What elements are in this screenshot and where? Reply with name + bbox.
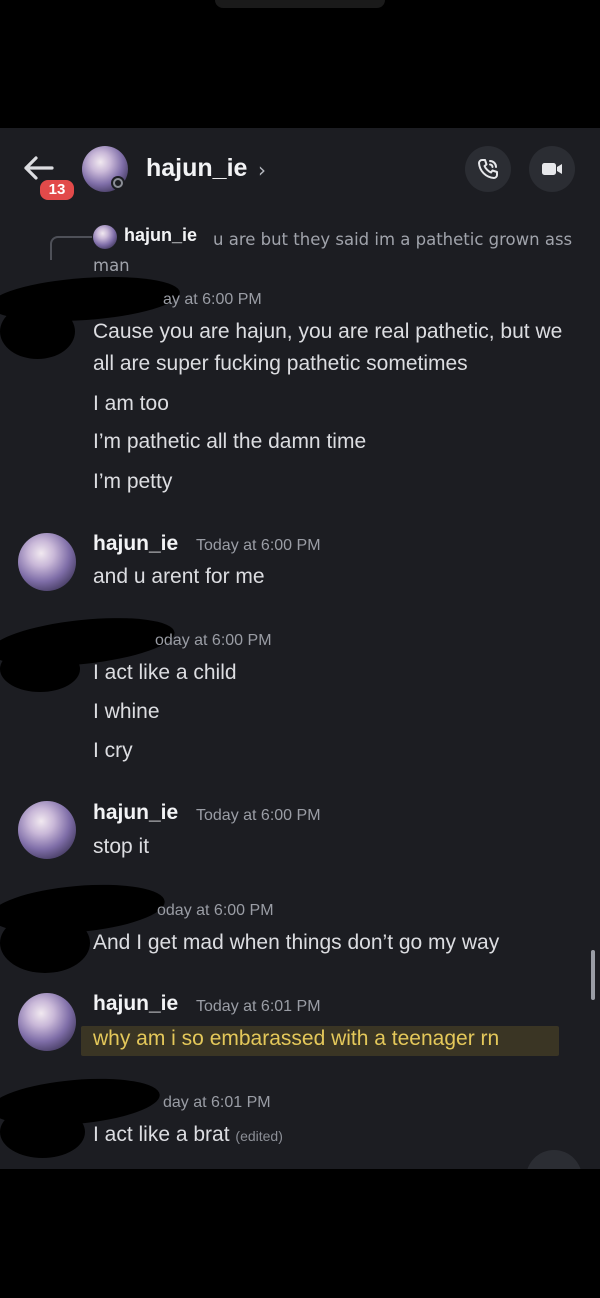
message-text: Cause you are hajun, you are real pathet… <box>93 320 563 375</box>
message-text: I am too <box>93 392 169 415</box>
message-timestamp: Today at 6:00 PM <box>196 537 321 554</box>
message-timestamp: day at 6:01 PM <box>163 1094 271 1111</box>
message-text: and u arent for me <box>93 565 265 588</box>
phone-call-icon <box>478 159 498 179</box>
edited-label: (edited) <box>235 1128 283 1144</box>
chevron-right-icon[interactable]: › <box>258 158 266 182</box>
message-text: I act like a child <box>93 661 237 684</box>
message-timestamp: oday at 6:00 PM <box>157 902 274 919</box>
message-text: stop it <box>93 835 150 858</box>
message-text: I cry <box>93 739 133 762</box>
message-author[interactable]: hajun_ie <box>93 532 178 556</box>
bottom-bezel <box>0 1169 600 1298</box>
message-text: And I get mad when things don’t go my wa… <box>93 931 500 954</box>
message-timestamp: oday at 6:00 PM <box>155 632 272 649</box>
voice-call-button[interactable] <box>465 146 511 192</box>
reply-author: hajun_ie <box>124 225 198 245</box>
camera-notch <box>215 0 385 8</box>
avatar[interactable] <box>18 801 76 859</box>
avatar[interactable] <box>18 533 76 591</box>
message-timestamp: Today at 6:00 PM <box>196 807 321 824</box>
video-call-button[interactable] <box>529 146 575 192</box>
redaction-scribble <box>0 913 90 973</box>
video-camera-icon <box>542 163 562 175</box>
redaction-scribble <box>0 1106 85 1158</box>
message-author[interactable]: hajun_ie <box>93 992 178 1016</box>
message-text: I’m pathetic all the damn time <box>93 430 367 453</box>
dm-header: 13 hajun_ie › <box>0 128 600 212</box>
message-text: I whine <box>93 700 160 723</box>
message-text: why am i so embarassed with a teenager r… <box>93 1027 500 1050</box>
reply-connector <box>50 236 92 260</box>
message-timestamp: ay at 6:00 PM <box>163 291 262 308</box>
scroll-to-bottom-button[interactable] <box>526 1150 582 1169</box>
top-bezel <box>0 0 600 128</box>
redaction-scribble <box>0 646 80 692</box>
unread-badge: 13 <box>38 178 76 202</box>
message-timestamp: Today at 6:01 PM <box>196 998 321 1015</box>
message-text: I act like a brat (edited) <box>93 1119 588 1152</box>
avatar[interactable] <box>18 993 76 1051</box>
offline-status-icon <box>111 176 125 190</box>
redaction-scribble <box>0 304 75 359</box>
dm-screen: 13 hajun_ie › u are but they said im a p… <box>0 128 600 1169</box>
message-text: I’m petty <box>93 470 173 493</box>
scrollbar[interactable] <box>591 950 595 1000</box>
message-author[interactable]: hajun_ie <box>93 801 178 825</box>
dm-title[interactable]: hajun_ie <box>146 154 247 183</box>
message-text-content: I act like a brat <box>93 1123 230 1146</box>
